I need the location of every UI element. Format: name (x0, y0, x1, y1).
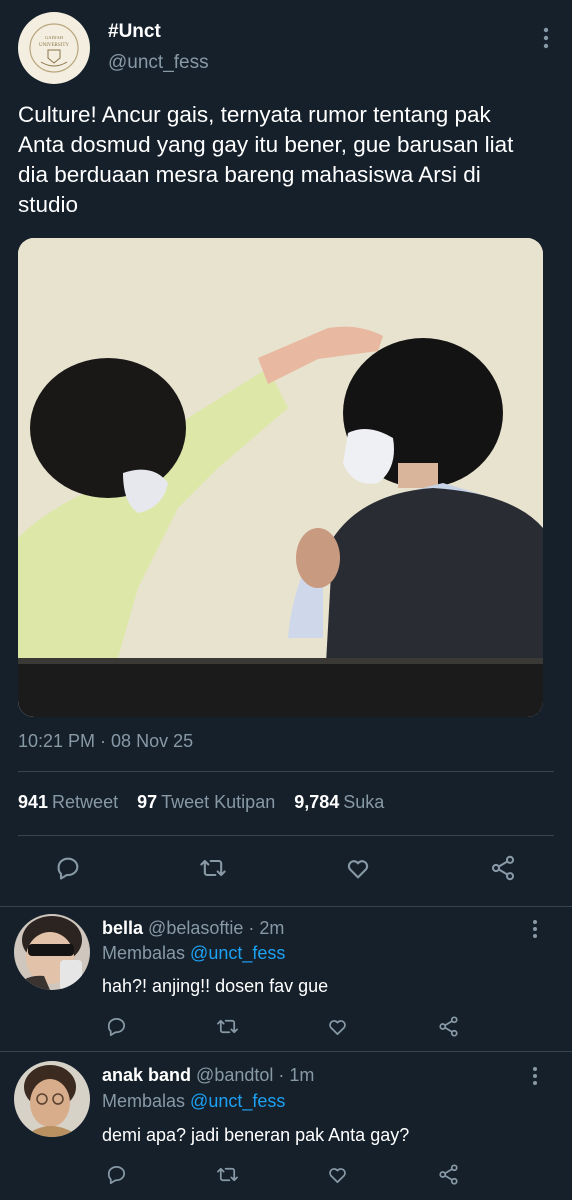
tweet-photo[interactable] (18, 238, 543, 717)
retweet-button[interactable] (197, 852, 229, 884)
quote-label[interactable]: Tweet Kutipan (161, 792, 275, 812)
reply-time: · 1m (278, 1065, 315, 1085)
university-logo-icon: GADJAH UNIVERSITY (20, 14, 88, 82)
retweet-icon (216, 1167, 238, 1181)
reply-author-name[interactable]: anak band (102, 1065, 191, 1085)
retweet-button[interactable] (214, 1161, 240, 1187)
reply-icon (57, 857, 79, 880)
reply-author-name[interactable]: bella (102, 918, 143, 938)
author-handle[interactable]: @unct_fess (108, 52, 209, 74)
replying-label: Membalas (102, 1091, 186, 1111)
tweet-text: Culture! Ancur gais, ternyata rumor tent… (18, 102, 514, 217)
tweet-stats: 941 Retweet 97 Tweet Kutipan 9,784 Suka (18, 792, 398, 813)
share-button[interactable] (435, 1013, 461, 1039)
divider (18, 771, 554, 772)
like-icon (347, 860, 369, 879)
like-label[interactable]: Suka (343, 792, 384, 812)
replying-to-link[interactable]: @unct_fess (190, 943, 285, 963)
author-name[interactable]: #Unct (108, 21, 161, 43)
like-button[interactable] (324, 1161, 350, 1187)
like-count[interactable]: 9,784 (294, 792, 339, 812)
like-button[interactable] (342, 852, 374, 884)
reply-button[interactable] (103, 1013, 129, 1039)
reply-text: demi apa? jadi beneran pak Anta gay? (102, 1125, 410, 1145)
share-button[interactable] (487, 852, 519, 884)
retweet-icon (216, 1019, 238, 1033)
reply-time: · 2m (248, 918, 285, 938)
replying-to-link[interactable]: @unct_fess (190, 1091, 285, 1111)
like-icon (328, 1019, 346, 1035)
reply-icon (107, 1017, 125, 1036)
retweet-count[interactable]: 941 (18, 792, 48, 812)
reply-button[interactable] (52, 852, 84, 884)
more-options-icon[interactable] (528, 1065, 542, 1087)
reply-icon (107, 1165, 125, 1184)
tweet-header: GADJAH UNIVERSITY #Unct @unct_fess (18, 12, 554, 84)
more-options-icon[interactable] (538, 26, 554, 50)
share-button[interactable] (435, 1161, 461, 1187)
reply-text: hah?! anjing!! dosen fav gue (102, 976, 329, 996)
retweet-button[interactable] (214, 1013, 240, 1039)
tweet-actions (0, 852, 572, 892)
tweet-timestamp: 10:21 PM · 08 Nov 25 (18, 731, 194, 751)
reply-author-handle[interactable]: @bandtol (196, 1065, 273, 1085)
more-options-icon[interactable] (528, 918, 542, 940)
avatar[interactable] (14, 1061, 90, 1137)
share-icon (438, 1015, 458, 1037)
reply-author-handle[interactable]: @belasoftie (148, 918, 243, 938)
divider (0, 906, 572, 907)
retweet-icon (200, 859, 226, 877)
divider (18, 835, 554, 836)
divider (0, 1051, 572, 1052)
reply-button[interactable] (103, 1161, 129, 1187)
retweet-label[interactable]: Retweet (52, 792, 118, 812)
author-avatar[interactable]: GADJAH UNIVERSITY (18, 12, 90, 84)
avatar[interactable] (14, 914, 90, 990)
svg-text:UNIVERSITY: UNIVERSITY (39, 43, 69, 48)
replying-label: Membalas (102, 943, 186, 963)
like-button[interactable] (324, 1013, 350, 1039)
share-icon (438, 1163, 458, 1185)
svg-text:GADJAH: GADJAH (45, 35, 64, 40)
quote-count[interactable]: 97 (137, 792, 157, 812)
share-icon (491, 855, 515, 881)
like-icon (328, 1167, 346, 1183)
